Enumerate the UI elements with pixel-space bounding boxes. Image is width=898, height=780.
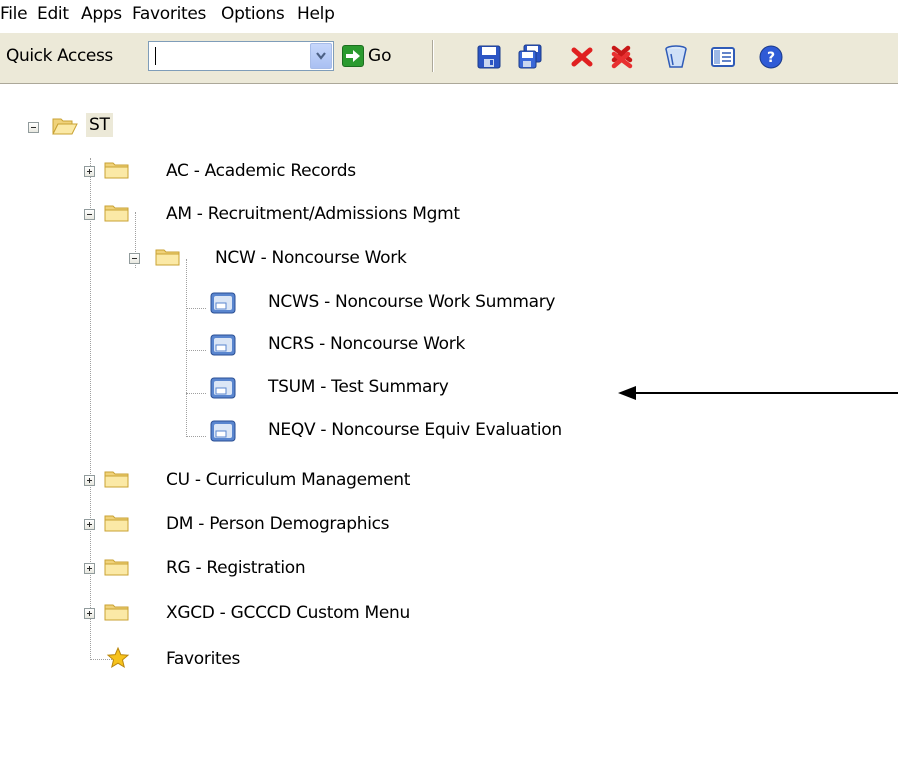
annotation-arrow-line (634, 392, 898, 394)
form-icon (210, 420, 236, 446)
tree-connector (186, 393, 206, 394)
tree-connector (186, 436, 206, 437)
go-arrow-icon (342, 45, 364, 67)
open-folder-icon (52, 116, 78, 140)
tree-connector (90, 158, 91, 658)
menu-options[interactable]: Options (221, 4, 285, 24)
clear-bucket-icon[interactable] (663, 44, 689, 70)
tree-node-label: Favorites (166, 649, 241, 669)
annotation-arrow-head (618, 386, 636, 400)
tree-node-label: ST (86, 113, 113, 137)
expand-icon[interactable] (84, 608, 95, 619)
tree-node-label: AC - Academic Records (166, 161, 356, 181)
form-icon (210, 377, 236, 403)
chevron-down-icon[interactable] (310, 43, 332, 69)
tree-node-label: NCW - Noncourse Work (215, 248, 407, 268)
menu-file[interactable]: File (0, 4, 28, 24)
folder-icon (104, 513, 130, 537)
tree-node-label: DM - Person Demographics (166, 514, 390, 534)
tree-connector (186, 308, 206, 309)
menu-tree: ST AC - Academic Records AM - Recruitmen… (0, 84, 898, 780)
toolbar-separator (432, 40, 434, 72)
text-cursor (155, 47, 156, 65)
collapse-icon[interactable] (129, 253, 140, 264)
menu-apps[interactable]: Apps (81, 4, 122, 24)
help-icon[interactable]: ? (758, 44, 784, 70)
save-icon[interactable] (476, 44, 502, 70)
quick-access-label: Quick Access (6, 46, 113, 66)
form-icon (210, 292, 236, 318)
tree-node-label: AM - Recruitment/Admissions Mgmt (166, 204, 460, 224)
folder-icon (104, 469, 130, 493)
tree-node-label: NCRS - Noncourse Work (268, 334, 466, 354)
form-icon (210, 334, 236, 360)
go-label: Go (368, 46, 392, 66)
form-icon[interactable] (710, 44, 736, 70)
tree-node-label: NCWS - Noncourse Work Summary (268, 292, 556, 312)
tree-node-label: NEQV - Noncourse Equiv Evaluation (268, 420, 562, 440)
toolbar: Quick Access Go ? (0, 32, 898, 84)
menu-favorites[interactable]: Favorites (132, 4, 206, 24)
collapse-icon[interactable] (28, 122, 39, 133)
folder-icon (104, 602, 130, 626)
menu-help[interactable]: Help (297, 4, 335, 24)
folder-icon (104, 203, 130, 227)
quick-access-input[interactable] (151, 44, 313, 68)
quick-access-combobox[interactable] (148, 41, 334, 71)
tree-connector (186, 350, 206, 351)
folder-icon (104, 160, 130, 184)
folder-icon (104, 557, 130, 581)
star-icon (106, 646, 130, 674)
expand-icon[interactable] (84, 475, 95, 486)
tree-connector (186, 259, 187, 437)
tree-node-label: CU - Curriculum Management (166, 470, 411, 490)
folder-icon (155, 247, 181, 271)
delete-all-icon[interactable] (609, 44, 635, 70)
expand-icon[interactable] (84, 563, 95, 574)
svg-text:?: ? (767, 50, 775, 66)
save-all-icon[interactable] (517, 44, 543, 70)
tree-node-label: TSUM - Test Summary (268, 377, 449, 397)
expand-icon[interactable] (84, 519, 95, 530)
delete-icon[interactable] (570, 44, 596, 70)
menu-bar: File Edit Apps Favorites Options Help (0, 0, 898, 30)
go-button[interactable]: Go (340, 41, 410, 71)
tree-node-label: RG - Registration (166, 558, 306, 578)
collapse-icon[interactable] (84, 209, 95, 220)
expand-icon[interactable] (84, 166, 95, 177)
tree-node-label: XGCD - GCCCD Custom Menu (166, 603, 411, 623)
menu-edit[interactable]: Edit (37, 4, 69, 24)
